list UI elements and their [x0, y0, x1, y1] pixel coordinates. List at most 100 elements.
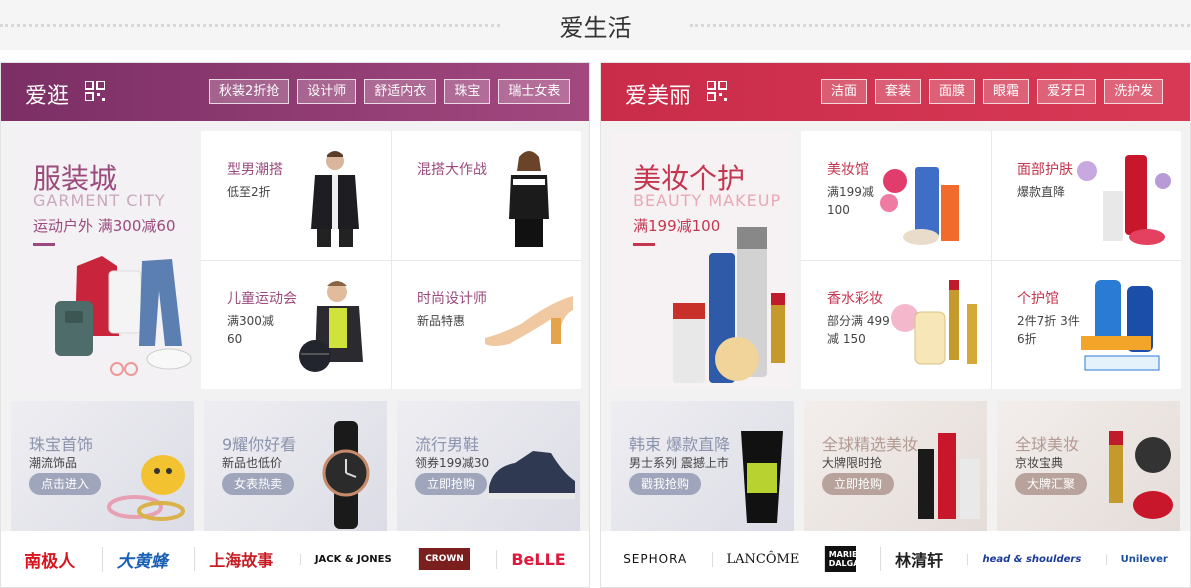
promo-title: 全球美妆: [1015, 435, 1080, 454]
promo-global-beauty[interactable]: 全球精选美妆 大牌限时抢 立即抢购: [804, 401, 987, 531]
cell-sub: 爆款直降: [1017, 185, 1066, 199]
cell-sub: 2件7折 3件6折: [1017, 314, 1080, 346]
cell-makeup-hall[interactable]: 美妆馆 满199减 100: [801, 131, 991, 259]
cell-personal-care[interactable]: 个护馆 2件7折 3件6折: [991, 260, 1181, 388]
promo-global-makeup[interactable]: 全球美妆 京妆宝典 大牌汇聚: [997, 401, 1180, 531]
promo-kans-men[interactable]: 韩束 爆款直降 男士系列 震撼上市 戳我抢购: [611, 401, 794, 531]
brand-unilever-logo[interactable]: Unilever: [1105, 553, 1168, 565]
brand-belle-logo[interactable]: BeLLE: [496, 549, 566, 569]
feature-garment-city[interactable]: 服装城 GARMENT CITY 运动户外 满300减60: [11, 131, 194, 389]
tag-designer[interactable]: 设计师: [297, 79, 357, 104]
brand-head-shoulders-logo[interactable]: head & shoulders: [967, 553, 1081, 565]
promo-title: 流行男鞋: [415, 435, 480, 454]
tag-eye-cream[interactable]: 眼霜: [983, 79, 1030, 104]
promo-title: 韩束 爆款直降: [629, 435, 731, 454]
brand-jackjones-logo[interactable]: JACK & JONES: [299, 553, 392, 565]
beauty-bottles-image: [918, 433, 980, 519]
cell-title: 个护馆: [1017, 291, 1059, 307]
wristwatch-image: [322, 421, 370, 529]
promo-title: 珠宝首饰: [29, 435, 94, 454]
kans-tube-image: [741, 431, 783, 523]
kid-ball-image: [299, 281, 363, 372]
promo-button[interactable]: 女表热卖: [222, 473, 295, 495]
heel-shoe-image: [485, 296, 573, 346]
cell-trendy-men[interactable]: 型男潮搭 低至2折: [201, 131, 391, 259]
feature-underline: [33, 243, 55, 246]
brand-bumblebee-logo[interactable]: 大黄蜂: [101, 546, 168, 572]
promo-sub: 潮流饰品: [29, 456, 78, 470]
feature-underline: [633, 243, 655, 246]
promo-title: 全球精选美妆: [822, 435, 919, 454]
brand-strip: 南极人 大黄蜂 上海故事 JACK & JONES CROWN BeLLE: [1, 531, 589, 587]
tag-jewelry[interactable]: 珠宝: [444, 79, 491, 104]
cell-sub: 新品特惠: [417, 314, 466, 328]
tag-hair-care[interactable]: 洗护发: [1104, 79, 1164, 104]
tag-cleanser[interactable]: 洁面: [821, 79, 868, 104]
personal-care-image: [1081, 280, 1160, 371]
cell-title: 香水彩妆: [827, 291, 883, 307]
cell-title: 美妆馆: [827, 162, 869, 178]
cell-kids-sports[interactable]: 儿童运动会 满300减 60: [201, 260, 391, 388]
promo-button[interactable]: 戳我抢购: [629, 473, 702, 495]
promo-jewelry[interactable]: 珠宝首饰 潮流饰品 点击进入: [11, 401, 194, 531]
promo-button[interactable]: 立即抢购: [822, 473, 895, 495]
qr-code-icon[interactable]: [85, 81, 105, 101]
cell-title: 混搭大作战: [417, 162, 487, 178]
cell-fashion-designer[interactable]: 时尚设计师 新品特惠: [391, 260, 581, 388]
brand-nanjiren-logo[interactable]: 南极人: [24, 547, 75, 572]
perfume-image: [891, 280, 977, 365]
promo-button[interactable]: 点击进入: [29, 473, 102, 495]
panel-title: 爱逛: [25, 84, 70, 109]
cell-mix-match[interactable]: 混搭大作战: [391, 131, 581, 259]
cell-title: 儿童运动会: [227, 291, 297, 307]
brand-crown-logo[interactable]: CROWN: [418, 548, 470, 570]
promo-button[interactable]: 立即抢购: [415, 473, 488, 495]
tag-underwear[interactable]: 舒适内衣: [364, 79, 437, 104]
brand-shanghai-story-logo[interactable]: 上海故事: [194, 547, 273, 571]
promo-sub: 京妆宝典: [1015, 456, 1064, 470]
cell-title: 面部护肤: [1017, 162, 1073, 178]
men-shoe-image: [489, 451, 575, 499]
tag-autumn-sale[interactable]: 秋装2折抢: [209, 79, 290, 104]
cell-perfume-makeup[interactable]: 香水彩妆 部分满 499减 150: [801, 260, 991, 388]
promo-title: 9耀你好看: [222, 435, 297, 454]
lipstick-cushion-image: [1109, 431, 1173, 519]
feature-en: GARMENT CITY: [33, 191, 166, 210]
qr-code-icon[interactable]: [707, 81, 727, 101]
cosmetics-image: [673, 227, 785, 383]
tag-masks[interactable]: 面膜: [929, 79, 976, 104]
clothing-image: [55, 256, 192, 376]
promo-sub: 领券199减30: [415, 456, 490, 470]
panel-bar: 爱美丽 洁面 套装 面膜 眼霜 爱牙日 洗护发: [601, 63, 1190, 121]
cell-title: 型男潮搭: [227, 162, 283, 178]
promo-sub: 男士系列 震撼上市: [629, 456, 729, 470]
cell-sub: 部分满 499减 150: [827, 314, 890, 346]
brand-lancome-logo[interactable]: LANCÔME: [711, 551, 799, 567]
cell-sub: 低至2折: [227, 185, 271, 199]
promo-sub: 大牌限时抢: [822, 456, 883, 470]
brand-strip: SEPHORA LANCÔME MARIE DALGAR 林清轩 head & …: [601, 531, 1190, 587]
feature-beauty-makeup[interactable]: 美妆个护 BEAUTY MAKEUP 满199减100: [611, 131, 794, 389]
cell-sub: 满300减 60: [227, 314, 274, 346]
panel-ai-mei-li: 爱美丽 洁面 套装 面膜 眼霜 爱牙日 洗护发 美妆个护 BEAUTY MAKE…: [600, 62, 1191, 588]
tag-swiss-watch[interactable]: 瑞士女表: [498, 79, 571, 104]
makeup-products-image: [880, 167, 959, 245]
promo-button[interactable]: 大牌汇聚: [1015, 473, 1088, 495]
promo-sub: 新品也低价: [222, 456, 283, 470]
panel-ai-guang: 爱逛 秋装2折抢 设计师 舒适内衣 珠宝 瑞士女表 服装城 GARMENT CI…: [0, 62, 590, 588]
brand-forest-cabin-logo[interactable]: 林清轩: [880, 547, 943, 571]
promo-watch[interactable]: 9耀你好看 新品也低价 女表热卖: [204, 401, 387, 531]
promo-men-shoes[interactable]: 流行男鞋 领券199减30 立即抢购: [397, 401, 580, 531]
section-title: 爱生活: [559, 14, 632, 42]
cell-facial-care[interactable]: 面部护肤 爆款直降: [991, 131, 1181, 259]
man-jacket-image: [311, 151, 359, 247]
panel-bar: 爱逛 秋装2折抢 设计师 舒适内衣 珠宝 瑞士女表: [1, 63, 589, 121]
tag-teeth-day[interactable]: 爱牙日: [1037, 79, 1097, 104]
tag-sets[interactable]: 套装: [875, 79, 922, 104]
brand-marie-dalgar-logo[interactable]: MARIE DALGAR: [823, 546, 866, 572]
brand-sephora-logo[interactable]: SEPHORA: [623, 552, 687, 566]
feature-en: BEAUTY MAKEUP: [633, 191, 782, 210]
gold-jewelry-image: [107, 455, 185, 521]
panel-title: 爱美丽: [625, 84, 692, 109]
section-header: 爱生活: [0, 0, 1191, 50]
